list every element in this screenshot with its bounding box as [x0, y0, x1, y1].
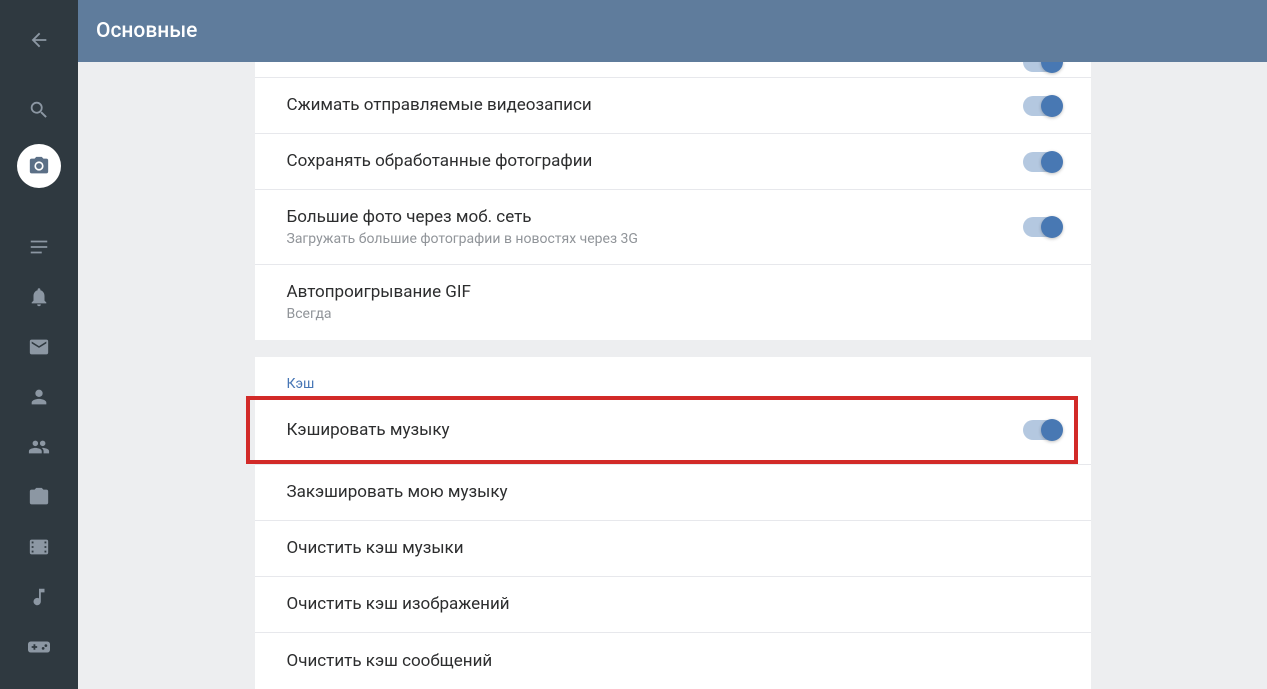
- row-label: Большие фото через моб. сеть: [287, 206, 1023, 228]
- row-label: Сжимать отправляемые видеозаписи: [287, 94, 1023, 116]
- nav-profile[interactable]: [17, 375, 61, 419]
- people-icon: [28, 436, 50, 458]
- nav-messages[interactable]: [17, 325, 61, 369]
- sidebar: [0, 0, 78, 689]
- nav-feed[interactable]: [17, 225, 61, 269]
- section-title: Кэш: [287, 376, 315, 392]
- row-sublabel: Загружать большие фотографии в новостях …: [287, 230, 1023, 248]
- row-label: Автопроигрывание GIF: [287, 281, 1059, 303]
- photo-icon: [28, 486, 50, 508]
- row-clear-image-cache[interactable]: Очистить кэш изображений: [255, 577, 1091, 633]
- row-cache-music[interactable]: Кэшировать музыку: [255, 397, 1091, 465]
- back-button[interactable]: [17, 18, 61, 62]
- feed-icon: [28, 236, 50, 258]
- row-clear-music-cache[interactable]: Очистить кэш музыки: [255, 521, 1091, 577]
- row-label: Кэшировать музыку: [287, 419, 1023, 441]
- nav-music[interactable]: [17, 575, 61, 619]
- row-sublabel: Всегда: [287, 305, 1059, 323]
- nav-groups[interactable]: [17, 425, 61, 469]
- camera-icon: [28, 155, 50, 177]
- nav-video[interactable]: [17, 525, 61, 569]
- row-save-photos[interactable]: Сохранять обработанные фотографии: [255, 134, 1091, 190]
- row-autoplay-gif[interactable]: Автопроигрывание GIF Всегда: [255, 265, 1091, 339]
- row-cache-my-music[interactable]: Закэшировать мою музыку: [255, 465, 1091, 521]
- gamepad-icon: [28, 636, 50, 658]
- row-label: Закэшировать мою музыку: [287, 481, 1059, 503]
- person-icon: [28, 386, 50, 408]
- video-icon: [28, 536, 50, 558]
- toggle-switch[interactable]: [1023, 62, 1059, 72]
- row-compress-video[interactable]: Сжимать отправляемые видеозаписи: [255, 78, 1091, 134]
- toggle-switch[interactable]: [1023, 96, 1059, 116]
- arrow-left-icon: [28, 29, 50, 51]
- nav-games[interactable]: [17, 625, 61, 669]
- nav-photos[interactable]: [17, 475, 61, 519]
- row-label: Сохранять обработанные фотографии: [287, 150, 1023, 172]
- music-icon: [28, 586, 50, 608]
- header: Основные: [78, 0, 1267, 62]
- row-label: Очистить кэш сообщений: [287, 650, 1059, 672]
- row-clear-messages-cache[interactable]: Очистить кэш сообщений: [255, 633, 1091, 689]
- nav-search[interactable]: [17, 88, 61, 132]
- bell-icon: [28, 286, 50, 308]
- content-area: Сжимать отправляемые видеозаписи Сохраня…: [78, 62, 1267, 689]
- partial-row-top[interactable]: [255, 62, 1091, 78]
- nav-camera-active[interactable]: [17, 144, 61, 188]
- search-icon: [28, 99, 50, 121]
- mail-icon: [28, 336, 50, 358]
- section-cache-header: Кэш: [255, 357, 1091, 397]
- row-label: Очистить кэш изображений: [287, 593, 1059, 615]
- page-title: Основные: [96, 19, 197, 43]
- toggle-switch[interactable]: [1023, 152, 1059, 172]
- row-big-photos[interactable]: Большие фото через моб. сеть Загружать б…: [255, 190, 1091, 265]
- nav-notifications[interactable]: [17, 275, 61, 319]
- toggle-switch[interactable]: [1023, 217, 1059, 237]
- row-label: Очистить кэш музыки: [287, 537, 1059, 559]
- toggle-switch[interactable]: [1023, 420, 1059, 440]
